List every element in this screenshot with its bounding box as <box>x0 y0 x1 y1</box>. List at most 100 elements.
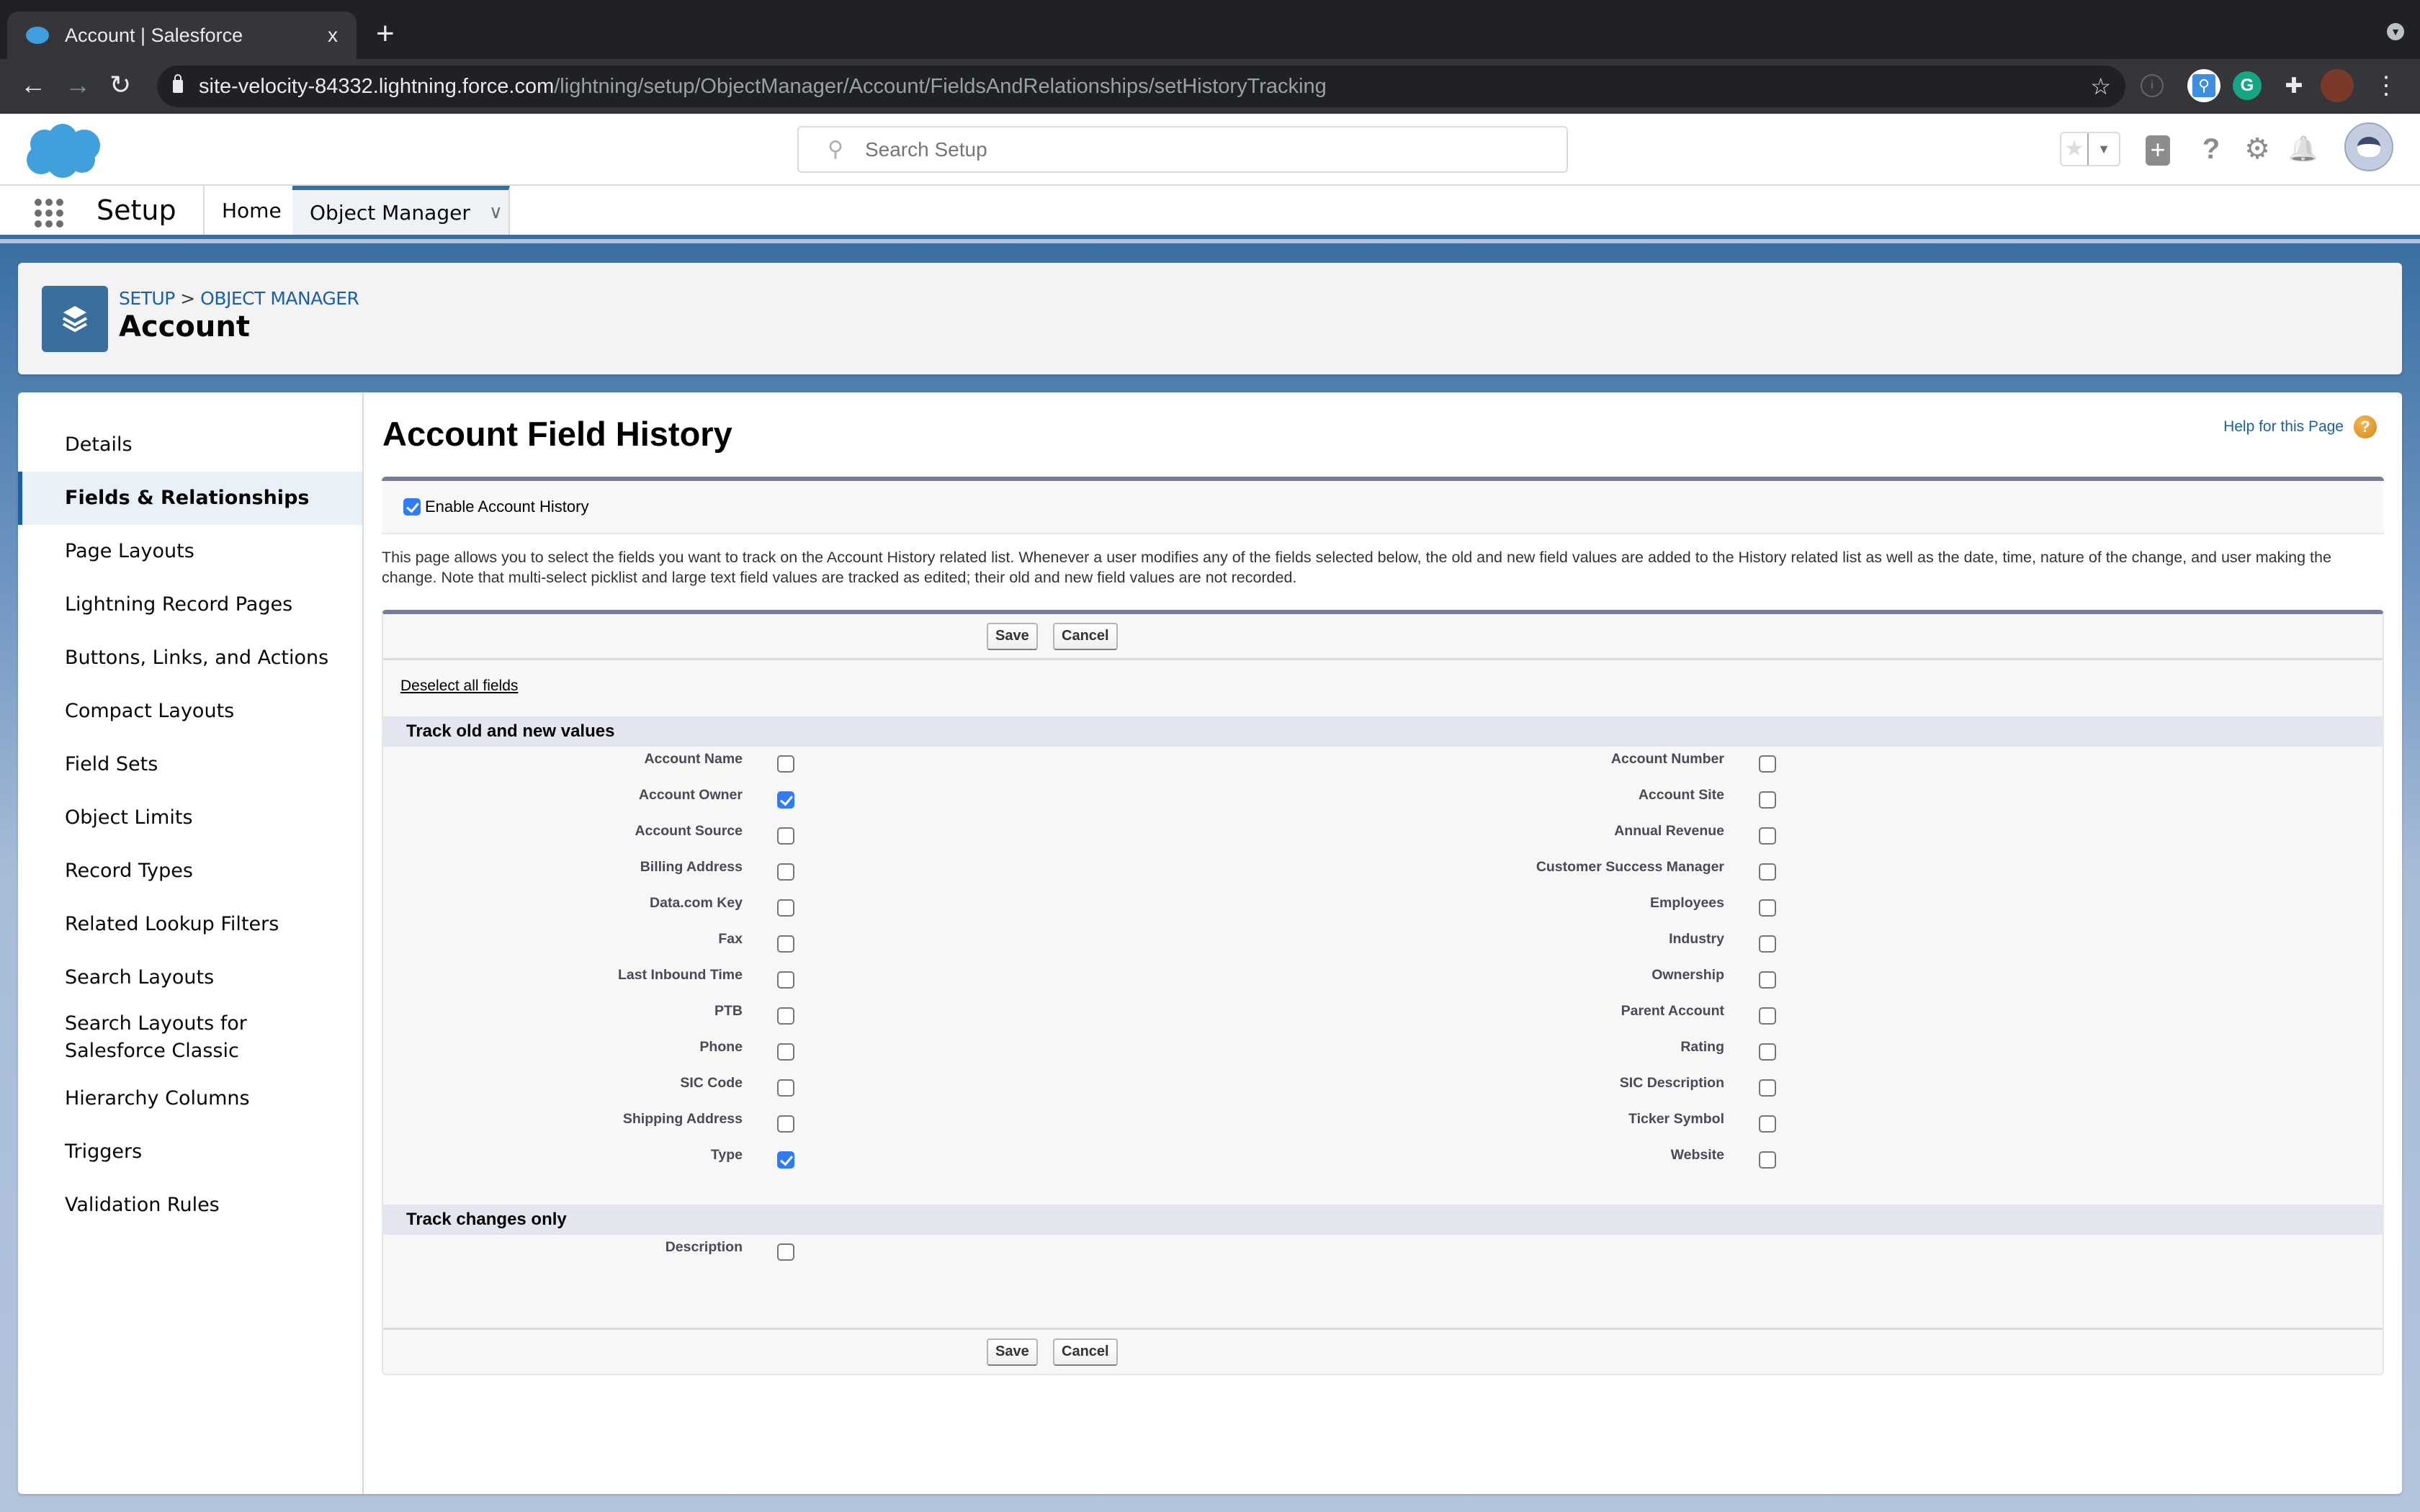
field-label: Parent Account <box>1621 1003 1724 1019</box>
lock-icon <box>173 74 183 93</box>
field-track-checkbox[interactable] <box>1759 1115 1776 1133</box>
salesforce-logo-icon[interactable] <box>23 122 106 180</box>
field-label: Website <box>1670 1147 1724 1163</box>
deselect-all-link[interactable]: Deselect all fields <box>400 678 518 695</box>
field-row: Account Source Annual Revenue <box>383 819 2383 855</box>
breadcrumb-separator: > <box>180 288 195 309</box>
object-sidebar: Details Fields & Relationships Page Layo… <box>18 392 364 1494</box>
field-track-checkbox[interactable] <box>1759 1043 1776 1061</box>
field-track-checkbox[interactable] <box>1759 791 1776 809</box>
sidebar-item-fields-relationships[interactable]: Fields & Relationships <box>18 472 362 525</box>
nav-tab-home[interactable]: Home <box>205 186 299 235</box>
enable-history-checkbox[interactable] <box>403 498 421 516</box>
app-name: Setup <box>97 194 176 226</box>
sidebar-item-related-lookup-filters[interactable]: Related Lookup Filters <box>18 898 362 951</box>
field-track-checkbox[interactable] <box>1759 935 1776 953</box>
back-icon[interactable]: ← <box>20 71 46 99</box>
nav-tab-object-manager[interactable]: Object Manager ∨ <box>292 186 510 235</box>
field-track-checkbox[interactable] <box>777 1043 794 1061</box>
sidebar-item-object-limits[interactable]: Object Limits <box>18 791 362 845</box>
field-track-checkbox[interactable] <box>1759 1151 1776 1169</box>
field-track-checkbox[interactable] <box>1759 971 1776 989</box>
user-avatar[interactable] <box>2344 122 2393 171</box>
tab-close-icon[interactable]: x <box>328 24 338 47</box>
tab-title: Account | Salesforce <box>65 24 243 46</box>
search-setup-input[interactable] <box>864 138 1513 161</box>
favorites-group[interactable]: ★ ▼ <box>2060 132 2120 166</box>
field-track-checkbox[interactable] <box>777 1079 794 1097</box>
sidebar-item-search-layouts-classic[interactable]: Search Layouts for Salesforce Classic <box>18 1004 321 1072</box>
sidebar-item-record-types[interactable]: Record Types <box>18 845 362 898</box>
url-host: site-velocity-84332.lightning.force.com <box>199 74 555 98</box>
sidebar-item-page-layouts[interactable]: Page Layouts <box>18 525 362 578</box>
field-label: Data.com Key <box>650 895 743 911</box>
breadcrumb-setup[interactable]: SETUP <box>119 288 175 309</box>
cancel-button-bottom[interactable]: Cancel <box>1053 1338 1118 1366</box>
field-track-checkbox[interactable] <box>777 935 794 953</box>
field-track-checkbox[interactable] <box>777 1243 794 1261</box>
field-track-checkbox[interactable] <box>777 1115 794 1133</box>
info-extension-icon[interactable]: i <box>2141 74 2164 97</box>
favorites-star-icon[interactable]: ★ <box>2061 133 2089 165</box>
search-setup-box[interactable]: ⚲ <box>797 126 1568 173</box>
sidebar-item-compact-layouts[interactable]: Compact Layouts <box>18 685 362 738</box>
sidebar-item-lightning-record-pages[interactable]: Lightning Record Pages <box>18 578 362 631</box>
field-label: SIC Code <box>680 1075 743 1091</box>
tab-search-icon[interactable]: ▼ <box>2387 23 2404 40</box>
field-label: PTB <box>714 1003 743 1019</box>
grammarly-icon[interactable]: G <box>2233 71 2262 100</box>
field-track-checkbox[interactable] <box>777 971 794 989</box>
browser-tabstrip: Account | Salesforce x + ▼ <box>0 0 2420 59</box>
field-track-checkbox[interactable] <box>1759 827 1776 845</box>
save-button-bottom[interactable]: Save <box>987 1338 1038 1366</box>
favorites-dropdown-icon[interactable]: ▼ <box>2089 133 2119 165</box>
notifications-bell-icon[interactable]: 🔔 <box>2286 132 2321 166</box>
field-label: Account Name <box>644 751 743 767</box>
breadcrumb-object-manager[interactable]: OBJECT MANAGER <box>200 288 359 309</box>
forward-icon[interactable]: → <box>65 71 91 99</box>
browser-menu-icon[interactable]: ⋮ <box>2370 69 2403 102</box>
field-track-checkbox[interactable] <box>777 899 794 917</box>
profile-avatar-icon[interactable] <box>2321 69 2354 102</box>
global-add-icon[interactable]: + <box>2146 135 2170 166</box>
history-tracking-form: Save Cancel Deselect all fields Track ol… <box>382 610 2384 1375</box>
url-path: /lightning/setup/ObjectManager/Account/F… <box>554 74 1327 98</box>
sidebar-item-details[interactable]: Details <box>18 418 362 472</box>
field-track-checkbox[interactable] <box>777 1007 794 1025</box>
field-track-checkbox[interactable] <box>1759 755 1776 773</box>
sidebar-item-triggers[interactable]: Triggers <box>18 1125 362 1179</box>
setup-gear-icon[interactable]: ⚙ <box>2240 132 2275 166</box>
sidebar-item-search-layouts[interactable]: Search Layouts <box>18 951 362 1004</box>
field-track-checkbox[interactable] <box>1759 1079 1776 1097</box>
breadcrumb: SETUP > OBJECT MANAGER <box>119 288 359 309</box>
field-track-checkbox[interactable] <box>777 755 794 773</box>
save-button[interactable]: Save <box>987 622 1038 650</box>
chevron-down-icon[interactable]: ∨ <box>489 202 503 223</box>
sidebar-item-buttons-links-actions[interactable]: Buttons, Links, and Actions <box>18 631 362 685</box>
sidebar-item-validation-rules[interactable]: Validation Rules <box>18 1179 362 1232</box>
field-track-checkbox[interactable] <box>1759 863 1776 881</box>
new-tab-button[interactable]: + <box>376 16 395 52</box>
field-label: Type <box>710 1147 743 1163</box>
help-icon[interactable]: ? <box>2194 132 2228 166</box>
puzzle-extensions-icon[interactable]: ✚ <box>2277 69 2311 102</box>
field-label: Employees <box>1650 895 1724 911</box>
field-label: SIC Description <box>1619 1075 1724 1091</box>
field-track-checkbox[interactable] <box>777 827 794 845</box>
sidebar-item-field-sets[interactable]: Field Sets <box>18 738 362 791</box>
help-for-page-link[interactable]: Help for this Page ? <box>2223 415 2377 438</box>
field-track-checkbox[interactable] <box>777 1151 794 1169</box>
sidebar-item-hierarchy-columns[interactable]: Hierarchy Columns <box>18 1072 362 1125</box>
bookmark-star-icon[interactable]: ☆ <box>2090 73 2111 100</box>
layers-icon <box>42 286 108 352</box>
field-track-checkbox[interactable] <box>777 791 794 809</box>
lookup-extension-icon[interactable]: ⚲ <box>2187 69 2220 102</box>
reload-icon[interactable]: ↻ <box>109 71 131 99</box>
field-track-checkbox[interactable] <box>777 863 794 881</box>
field-track-checkbox[interactable] <box>1759 899 1776 917</box>
app-launcher-icon[interactable] <box>35 199 63 228</box>
field-track-checkbox[interactable] <box>1759 1007 1776 1025</box>
cancel-button[interactable]: Cancel <box>1053 622 1118 650</box>
address-bar[interactable]: site-velocity-84332.lightning.force.com /… <box>157 66 2125 107</box>
browser-tab[interactable]: Account | Salesforce x <box>7 12 357 59</box>
